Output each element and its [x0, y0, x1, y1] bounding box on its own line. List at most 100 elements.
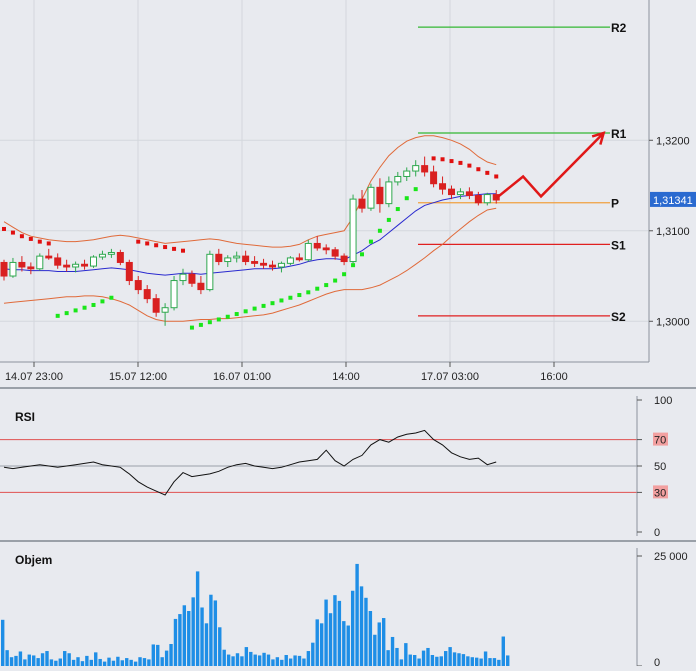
candle-down	[18, 261, 26, 268]
candle-down	[474, 194, 482, 204]
volume-bar	[182, 605, 187, 666]
volume-bar	[218, 627, 222, 666]
candle-down	[188, 273, 196, 284]
price-panel-background	[0, 0, 649, 362]
volume-bar	[302, 658, 306, 666]
rsi-tick-label: 100	[654, 395, 672, 407]
candle-down	[27, 266, 35, 270]
sar-dot-up	[377, 228, 382, 233]
time-axis[interactable]: 14.07 23:00 15.07 12:00 16.07 01:00 14:00 17…	[0, 361, 696, 389]
candle-up	[161, 307, 169, 313]
sar-dot-up	[82, 305, 87, 310]
volume-bar	[293, 655, 297, 666]
volume-bar	[457, 653, 461, 666]
pivot-label-r1: R1	[611, 127, 627, 141]
sar-dot-down	[485, 170, 490, 175]
volume-bar	[461, 654, 466, 666]
candle-down	[448, 188, 455, 196]
volume-bar	[346, 625, 350, 666]
sar-dot-up	[279, 298, 284, 303]
volume-bar	[359, 586, 364, 666]
volume-bar	[45, 651, 49, 666]
sar-dot-down	[494, 174, 499, 179]
sar-dot-up	[333, 278, 338, 283]
candle-up	[304, 242, 312, 261]
chart-canvas: R2 R1 P S1 S2 1,3200 1,3100 1,3000 1,31341 14.0…	[0, 0, 696, 669]
volume-bar	[342, 621, 346, 666]
rsi-tick-label: 0	[654, 527, 660, 539]
sar-dot-down	[136, 239, 141, 244]
volume-bar	[1, 619, 5, 666]
candle-up	[483, 194, 491, 204]
volume-bar	[444, 651, 448, 666]
candle-up	[206, 253, 214, 291]
sar-dot-up	[234, 312, 239, 317]
volume-bar	[381, 618, 386, 666]
volume-bar	[506, 655, 510, 666]
volume-bar	[32, 655, 36, 666]
sar-dot-down	[449, 159, 454, 164]
time-tick-label: 17.07 03:00	[421, 371, 479, 383]
candle-up	[277, 262, 285, 268]
candle-up	[90, 256, 97, 267]
volume-bar	[404, 643, 408, 666]
volume-bar	[67, 653, 71, 666]
pivot-label-s2: S2	[611, 310, 626, 324]
sar-dot-up	[395, 207, 400, 212]
sar-dot-up	[368, 239, 373, 244]
volume-bar	[9, 657, 14, 666]
volume-tick-label: 0	[654, 657, 660, 666]
candle-down	[242, 255, 250, 263]
volume-bar	[324, 599, 328, 666]
volume-bar	[80, 661, 85, 666]
time-tick-label: 14:00	[332, 371, 360, 383]
volume-bar	[54, 660, 58, 666]
sar-dot-up	[386, 217, 391, 222]
volume-bar	[178, 614, 182, 666]
volume-bar	[350, 590, 355, 666]
volume-bar	[435, 656, 439, 666]
volume-bar	[209, 594, 213, 666]
sar-dot-down	[431, 156, 436, 161]
candle-up	[36, 255, 44, 270]
time-tick-label: 16:00	[540, 371, 568, 383]
rsi-panel[interactable]: RSI	[0, 396, 637, 536]
volume-bar	[306, 651, 311, 666]
sar-dot-up	[243, 309, 248, 314]
candle-up	[367, 186, 375, 209]
volume-bar	[200, 607, 204, 666]
candle-up	[394, 175, 402, 183]
volume-bar	[89, 659, 93, 666]
sar-dot-up	[413, 187, 418, 192]
price-panel[interactable]: R2 R1 P S1 S2	[0, 0, 649, 362]
candle-down	[340, 255, 348, 263]
sar-dot-up	[207, 320, 212, 325]
volume-bar	[395, 647, 399, 666]
volume-bar	[173, 618, 178, 666]
sar-dot-down	[10, 230, 15, 235]
time-tick-label: 16.07 01:00	[213, 371, 271, 383]
sar-dot-down	[476, 167, 481, 172]
rsi-tick-label: 30	[654, 487, 666, 499]
volume-axis[interactable]: 25 000 0	[636, 548, 688, 669]
price-axis[interactable]: 1,3200 1,3100 1,3000 1,31341	[648, 0, 696, 362]
volume-bar	[439, 656, 443, 666]
volume-bar	[271, 659, 275, 666]
volume-bar	[249, 651, 253, 666]
volume-bar	[280, 659, 284, 666]
volume-bar	[5, 650, 9, 666]
volume-bar	[333, 595, 337, 666]
volume-bar	[284, 655, 288, 666]
candle-down	[63, 264, 71, 268]
volume-bar	[120, 660, 125, 666]
volume-bar	[204, 623, 209, 666]
volume-bar	[501, 636, 505, 666]
volume-bar	[18, 651, 23, 666]
volume-bar	[102, 661, 107, 666]
candle-up	[349, 198, 357, 263]
volume-bar	[195, 571, 200, 666]
volume-bar	[244, 647, 249, 666]
volume-bar	[98, 658, 102, 666]
sar-dot-up	[324, 283, 329, 288]
volume-panel[interactable]: Objem	[0, 548, 637, 666]
